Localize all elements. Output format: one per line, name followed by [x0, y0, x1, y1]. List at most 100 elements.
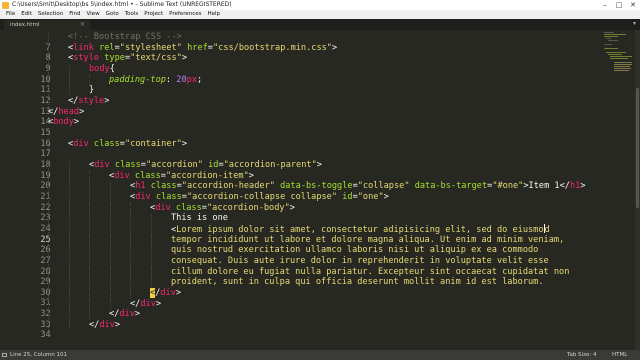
indent-guide: [109, 277, 111, 288]
code-line: 8 <link rel="stylesheet" href="css/boots…: [0, 42, 600, 63]
indent-guide: [68, 213, 70, 224]
tag-name: div: [94, 159, 110, 170]
indent-guide: [109, 181, 111, 192]
tag-name: body: [53, 117, 74, 128]
tab-close-icon[interactable]: ×: [80, 20, 85, 30]
tag-name: div: [99, 319, 115, 330]
menu-find[interactable]: Find: [66, 10, 83, 19]
indent-guide: [89, 191, 90, 203]
tag-name: div: [119, 309, 135, 320]
indent-guide: [48, 245, 49, 256]
attribute: class: [134, 170, 161, 181]
menu-project[interactable]: Project: [141, 10, 166, 19]
indent-guide: [89, 234, 90, 246]
indent-guide: [48, 138, 49, 150]
lorem-text: proident, sunt in culpa qui officia dese…: [171, 277, 544, 288]
attribute: class: [175, 202, 202, 213]
panel-toggle-icon[interactable]: [2, 353, 7, 357]
string: "#one": [492, 181, 524, 192]
lorem-text: cillum dolore eu fugiat nulla pariatur. …: [171, 266, 570, 277]
maximize-button[interactable]: □: [612, 0, 626, 10]
string: "accordion-item": [165, 170, 249, 181]
menu-file[interactable]: File: [3, 10, 18, 19]
string: "accordion-parent": [223, 159, 317, 170]
attribute: class: [155, 191, 182, 202]
string: "css/bootstrap.min.css": [212, 42, 332, 53]
tab-index-html[interactable]: index.html ×: [4, 20, 90, 30]
code-line: 19 <div class="accordion" id="accordion-…: [0, 159, 600, 181]
lorem-text: quis nostrud exercitation ullamco labori…: [171, 245, 539, 256]
indent-guide: [150, 245, 152, 256]
indent-guide: [89, 223, 90, 235]
indent-guide: [130, 277, 131, 288]
code-line: 17 <div class="container">: [0, 138, 600, 159]
tag-name: div: [135, 191, 151, 202]
indent-guide: [68, 191, 70, 203]
attribute: data-bs-target: [414, 181, 488, 192]
vertical-scrollbar[interactable]: [635, 30, 640, 350]
menu-view[interactable]: View: [84, 10, 103, 19]
indent-guide: [68, 85, 70, 96]
tab-size-selector[interactable]: Tab Size: 4: [567, 350, 596, 360]
menu-goto[interactable]: Goto: [103, 10, 122, 19]
minimap[interactable]: [600, 30, 632, 90]
tag-name: style: [78, 95, 105, 106]
tag-name: h1: [569, 181, 581, 192]
tag-name: div: [160, 287, 176, 298]
indent-guide: [48, 85, 49, 96]
lorem-text: consequat. Duis aute irure dolor in repr…: [171, 255, 549, 266]
syntax-selector[interactable]: HTML: [612, 350, 627, 360]
close-button[interactable]: ✕: [626, 0, 640, 10]
indent-guide: [48, 159, 49, 171]
menu-tools[interactable]: Tools: [122, 10, 142, 19]
code-line: 22 <div class="accordion-collapse collap…: [0, 191, 600, 213]
minimize-button[interactable]: –: [598, 0, 612, 10]
indent-guide: [68, 74, 70, 86]
indent-guide: [109, 213, 111, 224]
code-editor[interactable]: 7 <!-- Bootstrap CSS --> 8 <link rel="st…: [0, 30, 640, 350]
tab-overflow-icon[interactable]: ▾: [633, 20, 636, 27]
menu-help[interactable]: Help: [204, 10, 223, 19]
code-line: 28 consequat. Duis aute irure dolor in r…: [0, 255, 600, 277]
code-line: 18: [0, 149, 600, 170]
tag-name: style: [73, 53, 100, 64]
menu-edit[interactable]: Edit: [18, 10, 35, 19]
indent-guide: [68, 319, 70, 331]
indent-guide: [150, 255, 152, 267]
tag-name: link: [73, 42, 94, 53]
indent-guide: [130, 287, 131, 299]
indent-guide: [48, 191, 49, 203]
html-comment: <!-- Bootstrap CSS -->: [68, 32, 182, 42]
scrollbar-thumb[interactable]: [636, 88, 639, 208]
menu-bar: File Edit Selection Find View Goto Tools…: [0, 10, 640, 19]
indent-guide: [89, 213, 90, 224]
cursor-position: Line 25, Column 101: [10, 352, 68, 358]
code-line: 32 </div>: [0, 298, 600, 319]
attribute: id: [342, 191, 353, 202]
indent-guide: [109, 287, 111, 299]
indent-guide: [48, 266, 49, 278]
indent-guide: [109, 255, 111, 267]
line-number: 34: [40, 330, 51, 341]
indent-guide: [109, 245, 111, 256]
code-line: 7 <!-- Bootstrap CSS -->: [0, 32, 600, 53]
attribute: rel: [99, 42, 115, 53]
menu-preferences[interactable]: Preferences: [166, 10, 204, 19]
indent-guide: [48, 95, 49, 107]
menu-selection[interactable]: Selection: [35, 10, 66, 19]
indent-guide: [48, 309, 49, 320]
indent-guide: [89, 245, 90, 256]
attribute: id: [208, 159, 219, 170]
code-line: 24 This is one: [0, 213, 600, 234]
code-line: 13 </style>: [0, 95, 600, 117]
code-line: 33 </div>: [0, 309, 600, 330]
indent-guide: [130, 245, 131, 256]
indent-guide: [109, 234, 111, 246]
lorem-text: Lorem ipsum dolor sit amet, consectetur …: [176, 224, 544, 235]
code-line: 11 padding-top: 20px;: [0, 74, 600, 95]
tag-name: div: [114, 170, 130, 181]
indent-guide: [109, 298, 111, 310]
indent-guide: [89, 202, 90, 214]
string: "container": [124, 138, 182, 149]
indent-guide: [68, 159, 70, 171]
